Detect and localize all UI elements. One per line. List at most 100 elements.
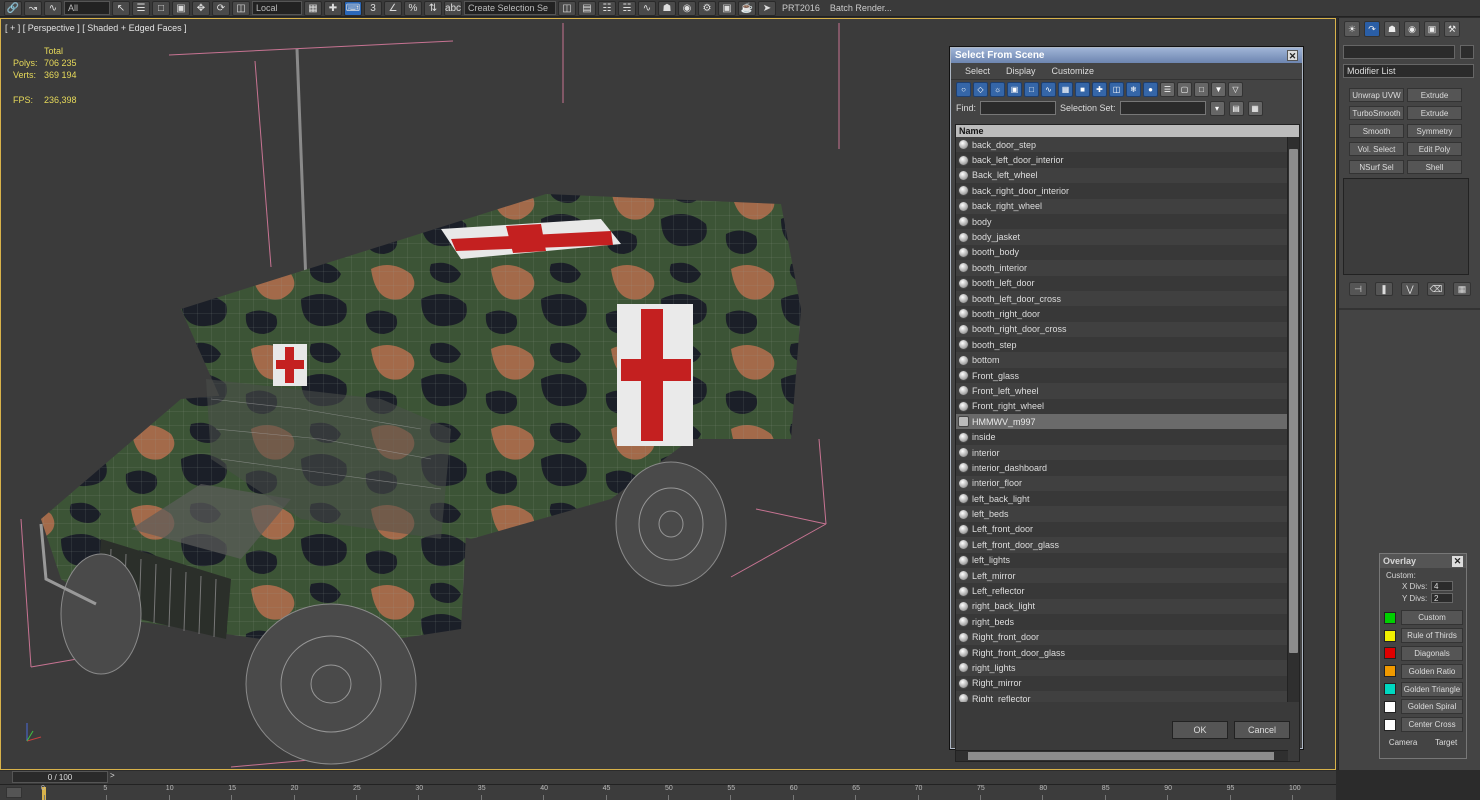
selection-set-dropdown-icon[interactable]: ▾	[1209, 100, 1225, 116]
xrefs-filter-icon[interactable]: ■	[1075, 82, 1090, 97]
select-manipulate-icon[interactable]: ✚	[324, 0, 342, 16]
list-item[interactable]: back_door_step	[956, 137, 1288, 153]
hidden-filter-icon[interactable]: ●	[1143, 82, 1158, 97]
selection-filter-dropdown[interactable]: All	[64, 1, 110, 15]
schematic-view-icon[interactable]: ☗	[658, 0, 676, 16]
list-item[interactable]: left_back_light	[956, 490, 1288, 507]
list-item[interactable]: Back_left_wheel	[956, 167, 1288, 184]
pivot-center-icon[interactable]: ▦	[304, 0, 322, 16]
overlay-option-button[interactable]: Golden Triangle	[1401, 681, 1463, 697]
named-selection-dropdown[interactable]: Create Selection Se	[464, 1, 556, 15]
time-slider[interactable]: 0 / 100 >	[0, 771, 1336, 784]
list-item[interactable]: booth_left_door	[956, 275, 1288, 291]
overlay-option-button[interactable]: Golden Ratio	[1401, 663, 1463, 679]
frozen-filter-icon[interactable]: ❄	[1126, 82, 1141, 97]
list-item[interactable]: Left_front_door	[956, 521, 1288, 538]
cameras-filter-icon[interactable]: ▣	[1007, 82, 1022, 97]
select-all-icon[interactable]: ▢	[1177, 82, 1192, 97]
list-item[interactable]: booth_step	[956, 337, 1288, 353]
list-item[interactable]: back_right_wheel	[956, 198, 1288, 214]
layer-manager-icon[interactable]: ☷	[598, 0, 616, 16]
find-input[interactable]	[980, 101, 1057, 115]
target-button[interactable]: Target	[1433, 736, 1459, 749]
next-frame-button[interactable]: >	[110, 771, 120, 783]
select-by-name-icon[interactable]: ☰	[132, 0, 150, 16]
vertical-scroll-thumb[interactable]	[1289, 149, 1298, 653]
modifier-button[interactable]: Vol. Select	[1349, 142, 1404, 156]
list-item[interactable]: Right_front_door_glass	[956, 644, 1288, 661]
list-item[interactable]: booth_right_door	[956, 306, 1288, 322]
modifier-button[interactable]: NSurf Sel	[1349, 160, 1404, 174]
close-icon[interactable]: ✕	[1452, 555, 1463, 567]
shapes-filter-icon[interactable]: ◇	[973, 82, 988, 97]
list-item[interactable]: inside	[956, 429, 1288, 445]
save-selection-set-icon[interactable]: ▤	[1228, 100, 1244, 116]
list-item[interactable]: booth_body	[956, 244, 1288, 261]
modifier-button[interactable]: Extrude	[1407, 88, 1462, 102]
modifier-button[interactable]: Smooth	[1349, 124, 1404, 138]
column-header-name[interactable]: Name	[956, 125, 1299, 137]
list-item[interactable]: Front_left_wheel	[956, 383, 1288, 399]
delete-selection-set-icon[interactable]: ▦	[1247, 100, 1263, 116]
list-item[interactable]: interior_floor	[956, 475, 1288, 491]
bind-spacewarp-icon[interactable]: ∿	[44, 0, 62, 16]
overlay-title-bar[interactable]: Overlay ✕	[1380, 554, 1466, 568]
list-item[interactable]: back_right_door_interior	[956, 183, 1288, 199]
list-item[interactable]: booth_right_door_cross	[956, 321, 1288, 338]
list-item[interactable]: body_jasket	[956, 229, 1288, 245]
hierarchy-tab-icon[interactable]: ☗	[1384, 21, 1400, 37]
list-item[interactable]: right_beds	[956, 614, 1288, 630]
render-setup-icon[interactable]: ⚙	[698, 0, 716, 16]
modifier-button[interactable]: Edit Poly	[1407, 142, 1462, 156]
modifier-button[interactable]: Shell	[1407, 160, 1462, 174]
overlay-option-button[interactable]: Diagonals	[1401, 645, 1463, 661]
groups-filter-icon[interactable]: ▦	[1058, 82, 1073, 97]
remove-modifier-icon[interactable]: ⌫	[1427, 282, 1445, 296]
mirror-icon[interactable]: ◫	[558, 0, 576, 16]
overlay-option-button[interactable]: Center Cross	[1401, 717, 1463, 733]
y-divs-spinner[interactable]: 2	[1431, 593, 1453, 603]
x-divs-spinner[interactable]: 4	[1431, 581, 1453, 591]
filter-options-icon[interactable]: ▽	[1228, 82, 1243, 97]
percent-snap-icon[interactable]: %	[404, 0, 422, 16]
snap-toggle-icon[interactable]: 3	[364, 0, 382, 16]
track-bar[interactable]: 0 5 10 15 20 25 30 35 40 45 50 55 60 65 70 75 80 85 90 95 10…	[0, 784, 1336, 800]
modify-tab-icon[interactable]: ↷	[1364, 21, 1380, 37]
edit-named-sel-icon[interactable]: abc	[444, 0, 462, 16]
list-item[interactable]: booth_interior	[956, 260, 1288, 276]
reference-coord-dropdown[interactable]: Local	[252, 1, 302, 15]
list-item[interactable]: body	[956, 213, 1288, 230]
containers-filter-icon[interactable]: ◫	[1109, 82, 1124, 97]
color-swatch[interactable]	[1384, 611, 1396, 624]
list-item[interactable]: Right_front_door	[956, 629, 1288, 645]
motion-tab-icon[interactable]: ◉	[1404, 21, 1420, 37]
viewport-label[interactable]: [ + ] [ Perspective ] [ Shaded + Edged F…	[5, 23, 187, 33]
color-swatch[interactable]	[1384, 665, 1396, 678]
color-swatch[interactable]	[1384, 629, 1396, 642]
overlay-option-button[interactable]: Rule of Thirds	[1401, 628, 1463, 644]
utilities-tab-icon[interactable]: ⚒	[1444, 21, 1460, 37]
align-icon[interactable]: ▤	[578, 0, 596, 16]
modifier-button[interactable]: Symmetry	[1407, 124, 1462, 138]
close-icon[interactable]: ✕	[1287, 50, 1298, 61]
curve-editor-icon[interactable]: ∿	[638, 0, 656, 16]
color-swatch[interactable]	[1384, 683, 1396, 696]
color-swatch[interactable]	[1384, 700, 1396, 713]
list-item[interactable]: Left_mirror	[956, 567, 1288, 584]
camera-button[interactable]: Camera	[1387, 736, 1419, 749]
list-item[interactable]: right_back_light	[956, 598, 1288, 615]
material-editor-icon[interactable]: ◉	[678, 0, 696, 16]
keyboard-shortcut-icon[interactable]: ⌨	[344, 0, 362, 16]
list-item[interactable]: Front_glass	[956, 367, 1288, 384]
render-iterative-icon[interactable]: ➤	[758, 0, 776, 16]
modifier-list-dropdown[interactable]: Modifier List	[1343, 64, 1474, 78]
select-object-icon[interactable]: ↖	[112, 0, 130, 16]
list-item[interactable]: left_lights	[956, 552, 1288, 568]
make-unique-icon[interactable]: ⋁	[1401, 282, 1419, 296]
batch-render-button[interactable]: Batch Render...	[826, 3, 896, 13]
render-production-icon[interactable]: ☕	[738, 0, 756, 16]
select-none-icon[interactable]: □	[1194, 82, 1209, 97]
horizontal-scroll-thumb[interactable]	[968, 752, 1274, 760]
show-end-result-icon[interactable]: ❚	[1375, 282, 1393, 296]
list-view-icon[interactable]: ☰	[1160, 82, 1175, 97]
